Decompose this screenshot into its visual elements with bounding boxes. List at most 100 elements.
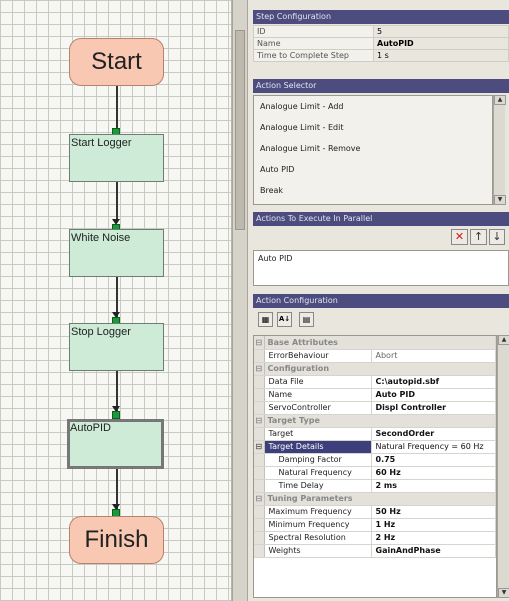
- action-config-title: Action Configuration: [253, 294, 509, 308]
- category-label: Target Type: [264, 414, 496, 428]
- collapse-icon[interactable]: ⊟: [254, 414, 265, 428]
- step-config-row: ID 5: [253, 25, 509, 38]
- step-white-noise[interactable]: White Noise: [69, 229, 164, 277]
- property-value[interactable]: SecondOrder: [371, 427, 496, 441]
- property-name: ErrorBehaviour: [264, 349, 372, 363]
- field-value[interactable]: 1 s: [373, 49, 509, 62]
- gutter: [254, 401, 265, 415]
- property-value[interactable]: Auto PID: [371, 388, 496, 402]
- property-row[interactable]: Time Delay 2 ms: [254, 479, 496, 493]
- property-row[interactable]: Target SecondOrder: [254, 427, 496, 441]
- property-value[interactable]: 60 Hz: [371, 466, 496, 480]
- step-stop-logger[interactable]: Stop Logger: [69, 323, 164, 371]
- gutter: [254, 427, 265, 441]
- properties-panel: Step Configuration ID 5 Name AutoPID Tim…: [249, 0, 509, 601]
- property-row[interactable]: Spectral Resolution 2 Hz: [254, 531, 496, 545]
- delete-icon[interactable]: ✕: [451, 229, 468, 245]
- scroll-down-icon[interactable]: ▼: [498, 588, 509, 598]
- property-row[interactable]: Damping Factor 0.75: [254, 453, 496, 467]
- property-grid-scrollbar[interactable]: ▲ ▼: [497, 335, 509, 598]
- property-row[interactable]: Weights GainAndPhase: [254, 544, 496, 558]
- collapse-icon[interactable]: ⊟: [254, 440, 265, 454]
- scrollbar-thumb[interactable]: [235, 30, 245, 230]
- list-item[interactable]: Analogue Limit - Edit: [254, 117, 492, 138]
- property-pages-icon[interactable]: ▤: [299, 312, 314, 327]
- list-item[interactable]: Analogue Limit - Remove: [254, 138, 492, 159]
- step-start-logger[interactable]: Start Logger: [69, 134, 164, 182]
- category-tuning-parameters[interactable]: ⊟ Tuning Parameters: [254, 492, 496, 506]
- collapse-icon[interactable]: ⊟: [254, 336, 265, 350]
- scroll-up-icon[interactable]: ▲: [498, 335, 509, 345]
- collapse-icon[interactable]: ⊟: [254, 362, 265, 376]
- step-label: Start Logger: [71, 137, 132, 149]
- category-label: Base Attributes: [264, 336, 496, 350]
- property-value[interactable]: 50 Hz: [371, 505, 496, 519]
- property-value[interactable]: 1 Hz: [371, 518, 496, 532]
- field-value[interactable]: 5: [373, 25, 509, 38]
- gutter: [254, 388, 265, 402]
- actions-parallel-title: Actions To Execute In Parallel: [253, 212, 509, 226]
- property-value[interactable]: GainAndPhase: [371, 544, 496, 558]
- property-value[interactable]: C:\autopid.sbf: [371, 375, 496, 389]
- field-key: ID: [253, 25, 374, 38]
- gutter: [254, 518, 265, 532]
- move-down-icon[interactable]: ↓: [489, 229, 505, 245]
- step-label: White Noise: [71, 232, 131, 244]
- application-window: Start Start Logger White Noise Stop Logg…: [0, 0, 509, 601]
- property-name: Weights: [264, 544, 372, 558]
- property-value[interactable]: 2 ms: [371, 479, 496, 493]
- property-name: Spectral Resolution: [264, 531, 372, 545]
- action-selector-scrollbar[interactable]: ▲ ▼: [493, 95, 506, 205]
- category-configuration[interactable]: ⊟ Configuration: [254, 362, 496, 376]
- property-grid[interactable]: ⊟ Base Attributes ErrorBehaviour Abort ⊟…: [253, 335, 497, 598]
- action-selector-title: Action Selector: [253, 79, 509, 93]
- property-name: Damping Factor: [264, 453, 372, 467]
- category-label: Tuning Parameters: [264, 492, 496, 506]
- property-row[interactable]: Natural Frequency 60 Hz: [254, 466, 496, 480]
- property-row[interactable]: Name Auto PID: [254, 388, 496, 402]
- list-item[interactable]: Auto PID: [254, 159, 492, 180]
- category-target-type[interactable]: ⊟ Target Type: [254, 414, 496, 428]
- scroll-up-icon[interactable]: ▲: [494, 95, 506, 105]
- category-base-attributes[interactable]: ⊟ Base Attributes: [254, 336, 496, 350]
- collapse-icon[interactable]: ⊟: [254, 492, 265, 506]
- list-item[interactable]: Auto PID: [254, 251, 508, 266]
- finish-node[interactable]: Finish: [69, 516, 164, 564]
- property-row[interactable]: ServoController Displ Controller: [254, 401, 496, 415]
- list-item[interactable]: Analogue Limit - Add: [254, 96, 492, 117]
- connection-handle[interactable]: [112, 411, 120, 419]
- step-autopid[interactable]: AutoPID: [67, 419, 164, 469]
- property-value[interactable]: 2 Hz: [371, 531, 496, 545]
- categorized-view-icon[interactable]: ▦: [258, 312, 273, 327]
- property-value[interactable]: 0.75: [371, 453, 496, 467]
- property-value[interactable]: Abort: [371, 349, 496, 363]
- property-name: Maximum Frequency: [264, 505, 372, 519]
- property-row[interactable]: Data File C:\autopid.sbf: [254, 375, 496, 389]
- gutter: [254, 544, 265, 558]
- start-node[interactable]: Start: [69, 38, 164, 86]
- property-row[interactable]: Minimum Frequency 1 Hz: [254, 518, 496, 532]
- actions-parallel-list[interactable]: Auto PID: [253, 250, 509, 286]
- action-selector-list[interactable]: Analogue Limit - Add Analogue Limit - Ed…: [253, 95, 493, 205]
- property-row[interactable]: Maximum Frequency 50 Hz: [254, 505, 496, 519]
- connector: [116, 277, 118, 317]
- property-name: ServoController: [264, 401, 372, 415]
- move-up-icon[interactable]: ↑: [470, 229, 487, 245]
- property-value[interactable]: Natural Frequency = 60 Hz: [371, 440, 496, 454]
- gutter: [254, 479, 265, 493]
- property-row[interactable]: ErrorBehaviour Abort: [254, 349, 496, 363]
- canvas-scrollbar[interactable]: [232, 0, 248, 601]
- alphabetical-sort-icon[interactable]: A↓: [277, 312, 292, 327]
- connector: [116, 469, 118, 509]
- scroll-down-icon[interactable]: ▼: [494, 195, 506, 205]
- flow-canvas[interactable]: Start Start Logger White Noise Stop Logg…: [0, 0, 232, 601]
- gutter: [254, 505, 265, 519]
- connector: [116, 86, 118, 130]
- property-name: Minimum Frequency: [264, 518, 372, 532]
- step-config-grid: ID 5 Name AutoPID Time to Complete Step …: [253, 25, 509, 72]
- property-value[interactable]: Displ Controller: [371, 401, 496, 415]
- field-value[interactable]: AutoPID: [373, 37, 509, 50]
- property-row-selected[interactable]: ⊟ Target Details Natural Frequency = 60 …: [254, 440, 496, 454]
- connector: [116, 182, 118, 222]
- list-item[interactable]: Break: [254, 180, 492, 201]
